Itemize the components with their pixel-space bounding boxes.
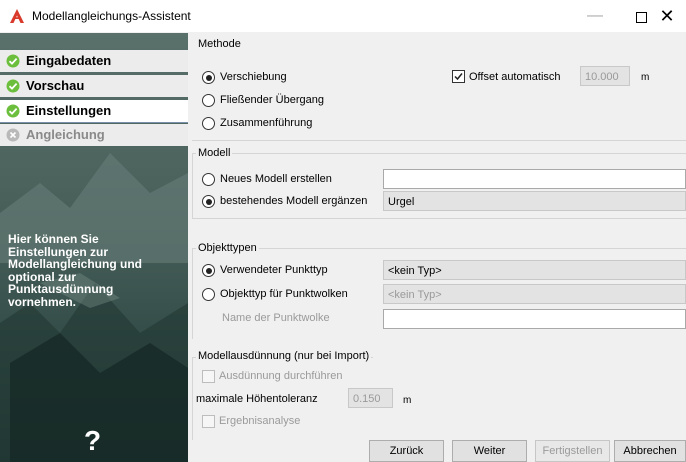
app-logo-icon	[10, 9, 24, 23]
help-icon[interactable]: ?	[84, 425, 101, 457]
radio-label-objekttyp-punktwolken: Objekttyp für Punktwolken	[220, 288, 348, 300]
methode-group-label: Methode	[196, 38, 243, 50]
tolerance-input[interactable]: 0.150	[348, 388, 393, 408]
point-cloud-name-label: Name der Punktwolke	[222, 312, 330, 324]
back-button[interactable]: Zurück	[369, 440, 444, 462]
radio-verwendeter-punkttyp[interactable]	[202, 264, 215, 277]
new-model-input[interactable]	[383, 169, 686, 189]
ergebnisanalyse-label: Ergebnisanalyse	[219, 415, 301, 427]
radio-label-neues-modell: Neues Modell erstellen	[220, 173, 332, 185]
modell-group-label: Modell	[196, 147, 233, 159]
tolerance-label: maximale Höhentoleranz	[196, 393, 318, 405]
title-bar: Modellangleichungs-Assistent — ✕	[0, 0, 686, 32]
sidebar-item-label: Einstellungen	[26, 103, 112, 118]
radio-label-zusammenfuehrung: Zusammenführung	[220, 117, 313, 129]
offset-automatic-checkbox[interactable]	[452, 70, 465, 83]
sidebar-item-vorschau[interactable]: Vorschau	[0, 75, 188, 97]
ausduennung-label: Ausdünnung durchführen	[219, 370, 343, 382]
offset-unit: m	[641, 72, 650, 83]
radio-label-bestehendes-modell: bestehendes Modell ergänzen	[220, 195, 368, 207]
sidebar-item-einstellungen[interactable]: Einstellungen	[0, 100, 188, 123]
ausduennung-group-label: Modellausdünnung (nur bei Import)	[196, 350, 372, 362]
radio-label-fliessender-uebergang: Fließender Übergang	[220, 94, 324, 106]
radio-verschiebung[interactable]	[202, 71, 215, 84]
objekttypen-group-label: Objekttypen	[196, 242, 259, 254]
ergebnisanalyse-checkbox[interactable]	[202, 415, 215, 428]
tolerance-unit: m	[403, 395, 412, 406]
finish-button[interactable]: Fertigstellen	[535, 440, 610, 462]
disabled-check-icon	[6, 128, 20, 142]
radio-zusammenfuehrung[interactable]	[202, 117, 215, 130]
radio-label-verwendeter-punkttyp: Verwendeter Punkttyp	[220, 264, 328, 276]
offset-value-input[interactable]: 10.000	[580, 66, 630, 86]
offset-automatic-label: Offset automatisch	[469, 71, 561, 83]
check-icon	[6, 79, 20, 93]
point-cloud-name-input[interactable]	[383, 309, 686, 329]
wizard-sidebar: Eingabedaten Vorschau Einstellungen Angl…	[0, 33, 188, 462]
existing-model-select[interactable]: Urgel	[383, 191, 686, 211]
radio-label-verschiebung: Verschiebung	[220, 71, 287, 83]
sidebar-item-angleichung[interactable]: Angleichung	[0, 124, 188, 146]
radio-fliessender-uebergang[interactable]	[202, 94, 215, 107]
next-button[interactable]: Weiter	[452, 440, 527, 462]
sidebar-description: Hier können Sie Einstellungen zur Modell…	[8, 232, 142, 309]
sidebar-item-eingabedaten[interactable]: Eingabedaten	[0, 50, 188, 72]
sidebar-item-label: Angleichung	[26, 127, 105, 142]
ausduennung-checkbox[interactable]	[202, 370, 215, 383]
sidebar-item-label: Vorschau	[26, 78, 85, 93]
radio-objekttyp-punktwolken[interactable]	[202, 288, 215, 301]
punkttyp-select[interactable]: <kein Typ>	[383, 260, 686, 280]
sidebar-item-label: Eingabedaten	[26, 53, 112, 68]
checkmark-icon	[454, 73, 463, 81]
check-icon	[6, 54, 20, 68]
close-button[interactable]: ✕	[644, 0, 686, 32]
objekttyp-select[interactable]: <kein Typ>	[383, 284, 686, 304]
check-icon	[6, 104, 20, 118]
radio-bestehendes-modell[interactable]	[202, 195, 215, 208]
radio-neues-modell[interactable]	[202, 173, 215, 186]
cancel-button[interactable]: Abbrechen	[614, 440, 686, 462]
window-title: Modellangleichungs-Assistent	[32, 9, 191, 23]
minimize-button[interactable]: —	[572, 0, 618, 32]
